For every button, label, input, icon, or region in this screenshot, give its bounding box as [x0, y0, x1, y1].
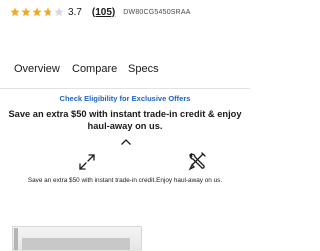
- tab-specs[interactable]: Specs: [128, 63, 159, 75]
- star-rating: [10, 7, 65, 17]
- tabs-divider: [0, 88, 250, 89]
- promo-heading: Save an extra $50 with instant trade-in …: [8, 109, 242, 131]
- star-icon: [10, 7, 20, 17]
- chevron-up-icon[interactable]: [120, 138, 132, 146]
- rating-value: 3.7: [68, 6, 82, 18]
- review-count-link[interactable]: (105): [92, 7, 115, 18]
- tab-overview[interactable]: Overview: [14, 63, 60, 75]
- promo-detail: Save an extra $50 with instant trade-in …: [0, 177, 250, 184]
- check-eligibility-link[interactable]: Check Eligibility for Exclusive Offers: [0, 94, 250, 103]
- product-image-detail: [14, 228, 18, 250]
- product-image-panel: [22, 238, 130, 250]
- tab-compare[interactable]: Compare: [72, 63, 117, 75]
- star-icon: [32, 7, 42, 17]
- model-code: DW80CG5450SRAA: [123, 8, 191, 16]
- promo-detail-tradein: Save an extra $50 with instant trade-in …: [27, 177, 157, 184]
- tools-icon: [188, 152, 206, 171]
- promo-detail-haulaway: Enjoy haul-away on us.: [156, 177, 223, 184]
- trade-in-arrows-icon: [79, 154, 95, 170]
- rating-row: 3.7 (105) DW80CG5450SRAA: [10, 5, 191, 19]
- product-tabs: Overview Compare Specs: [0, 55, 250, 85]
- star-icon: [21, 7, 31, 17]
- empty-star-icon: [54, 7, 64, 17]
- half-star-icon: [43, 7, 53, 17]
